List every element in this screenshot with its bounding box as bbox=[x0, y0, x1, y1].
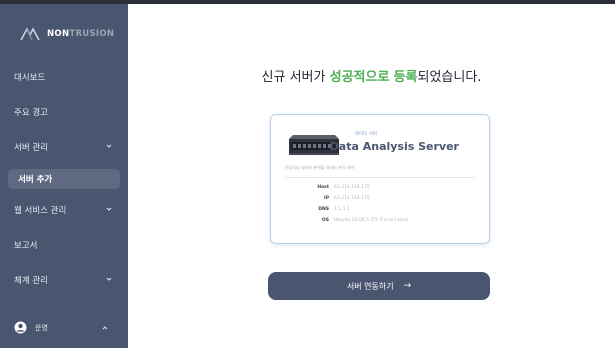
brand-name-part1: NON bbox=[47, 29, 70, 39]
card-divider bbox=[285, 177, 475, 178]
logo-icon bbox=[20, 27, 40, 41]
spec-value: 63.214.144.175 bbox=[334, 185, 370, 190]
page-title: 신규 서버가 성공적으로 등록되었습니다. bbox=[128, 66, 615, 85]
chevron-down-icon bbox=[106, 144, 112, 148]
spec-key: DNS bbox=[318, 207, 329, 212]
sidebar-item-system-management[interactable]: 체계 관리 bbox=[0, 265, 128, 294]
server-description: 빈공지능 데이터 분석을 데이터 분석 서버 bbox=[285, 165, 354, 170]
spec-row-host: Host 63.214.144.175 bbox=[285, 185, 475, 190]
app-frame: NONTRUSION 대시보드 주요 경고 서버 관리 서버 추가 웹 서비스 … bbox=[0, 0, 615, 348]
sidebar-item-dashboard[interactable]: 대시보드 bbox=[0, 62, 128, 91]
headline-highlight-registered: 등록 bbox=[393, 70, 418, 85]
spec-key: Host bbox=[317, 185, 329, 190]
sidebar-item-label: 대시보드 bbox=[14, 72, 46, 83]
main-content: 신규 서버가 성공적으로 등록되었습니다. 데이터 서버 Data Analys… bbox=[128, 8, 615, 348]
sidebar-item-server-management[interactable]: 서버 관리 bbox=[0, 132, 128, 161]
arrow-right-icon: → bbox=[403, 281, 412, 291]
connect-server-button[interactable]: 서버 연동하기 → bbox=[268, 272, 490, 300]
chevron-down-icon bbox=[106, 207, 112, 211]
sidebar-item-reports[interactable]: 보고서 bbox=[0, 230, 128, 259]
brand-name: NONTRUSION bbox=[47, 29, 114, 39]
server-name: Data Analysis Server bbox=[329, 140, 459, 153]
spec-value: 63.214.144.175 bbox=[334, 196, 370, 201]
spec-value: Ubuntu 20.04.5 LTS (Focal Fossa) bbox=[334, 218, 409, 223]
sidebar-item-alerts[interactable]: 주요 경고 bbox=[0, 97, 128, 126]
headline-prefix: 신규 서버가 bbox=[261, 70, 330, 85]
connect-server-button-label: 서버 연동하기 bbox=[346, 281, 394, 291]
spec-row-dns: DNS 1.1.1.1 bbox=[285, 207, 475, 212]
user-circle-icon bbox=[14, 321, 27, 334]
spec-value: 1.1.1.1 bbox=[334, 207, 350, 212]
sidebar-item-web-service-management[interactable]: 웹 서비스 관리 bbox=[0, 195, 128, 224]
sidebar-item-label: 체계 관리 bbox=[14, 275, 48, 286]
sidebar-item-label: 서버 관리 bbox=[14, 142, 48, 153]
server-card: 데이터 서버 Data Analysis Server 빈공지능 데이터 분석을… bbox=[270, 114, 490, 244]
sidebar-item-label: 서버 추가 bbox=[18, 175, 53, 185]
headline-suffix: 되었습니다. bbox=[417, 70, 482, 85]
chevron-down-icon bbox=[106, 277, 112, 281]
chevron-up-icon bbox=[102, 326, 108, 330]
spec-key: OS bbox=[321, 218, 329, 223]
brand-logo[interactable]: NONTRUSION bbox=[0, 22, 128, 46]
sidebar-item-label: 주요 경고 bbox=[14, 107, 48, 118]
user-menu[interactable]: 운영 bbox=[14, 321, 114, 334]
server-type-tag: 데이터 서버 bbox=[354, 132, 377, 137]
spec-key: IP bbox=[324, 196, 329, 201]
sidebar-item-label: 보고서 bbox=[14, 240, 38, 251]
spec-row-os: OS Ubuntu 20.04.5 LTS (Focal Fossa) bbox=[285, 218, 475, 223]
headline-highlight-success: 성공적으로 bbox=[329, 70, 390, 85]
spec-row-ip: IP 63.214.144.175 bbox=[285, 196, 475, 201]
sidebar-item-label: 웹 서비스 관리 bbox=[14, 205, 67, 216]
sidebar-item-add-server[interactable]: 서버 추가 bbox=[8, 169, 120, 189]
sidebar: NONTRUSION 대시보드 주요 경고 서버 관리 서버 추가 웹 서비스 … bbox=[0, 4, 128, 348]
brand-name-part2: TRUSION bbox=[69, 29, 115, 39]
user-label: 운영 bbox=[35, 323, 48, 332]
